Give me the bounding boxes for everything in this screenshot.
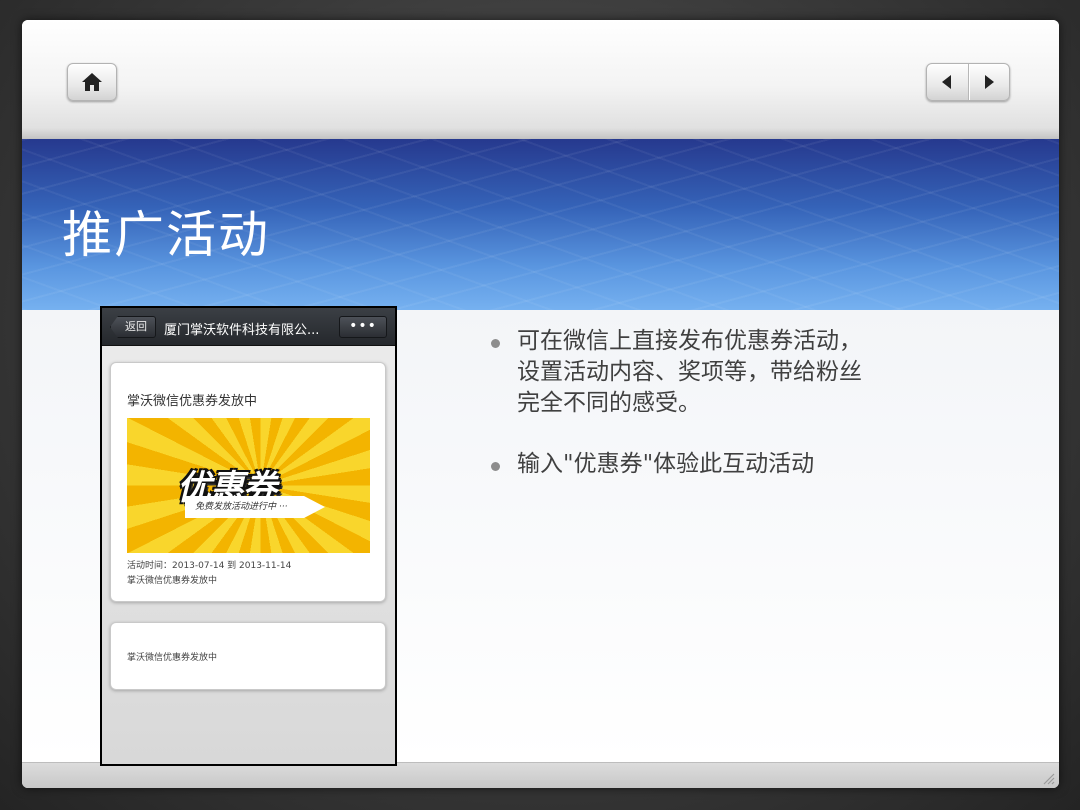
bullet-dot-icon [491,462,500,471]
coupon-image: 优惠券 免费发放活动进行中 ··· [127,418,370,553]
bullet-line: 可在微信上直接发布优惠券活动， [517,328,862,354]
coupon-tagline: 免费发放活动进行中 ··· [185,496,325,518]
bullet-line: 设置活动内容、奖项等，带给粉丝 [517,359,862,385]
home-button[interactable] [67,63,117,101]
bullet-dot-icon [491,339,500,348]
triangle-right-icon [984,75,994,89]
bullet-list: 可在微信上直接发布优惠券活动， 设置活动内容、奖项等，带给粉丝 完全不同的感受。… [489,326,939,510]
message-text: 掌沃微信优惠券发放中 [127,653,218,663]
bullet-line: 输入"优惠券"体验此互动活动 [517,451,815,477]
card-title: 掌沃微信优惠券发放中 [127,394,258,409]
activity-time: 活动时间：2013-07-14 到 2013-11-14 [127,561,292,571]
slide: 推广活动 返回 厦门掌沃软件科技有限公... ••• 掌沃微信优惠券发放中 优惠… [22,20,1059,788]
wechat-header: 返回 厦门掌沃软件科技有限公... ••• [102,308,395,346]
bullet-item: 输入"优惠券"体验此互动活动 [489,449,939,480]
back-button[interactable]: 返回 [110,316,156,338]
top-toolbar [22,20,1059,139]
title-banner: 推广活动 [22,139,1059,310]
bullet-item: 可在微信上直接发布优惠券活动， 设置活动内容、奖项等，带给粉丝 完全不同的感受。 [489,326,939,419]
next-slide-button[interactable] [968,64,1009,100]
home-icon [82,73,102,91]
slide-nav-buttons [926,63,1010,101]
slide-title: 推广活动 [62,206,270,264]
message-card[interactable]: 掌沃微信优惠券发放中 [110,622,386,690]
phone-screen: 返回 厦门掌沃软件科技有限公... ••• 掌沃微信优惠券发放中 优惠券 免费发… [102,308,395,764]
resize-grip-icon[interactable] [1039,769,1055,785]
phone-screenshot: 返回 厦门掌沃软件科技有限公... ••• 掌沃微信优惠券发放中 优惠券 免费发… [100,306,397,766]
account-title: 厦门掌沃软件科技有限公... [164,323,320,338]
coupon-card[interactable]: 掌沃微信优惠券发放中 优惠券 免费发放活动进行中 ··· 活动时间：2013-0… [110,362,386,602]
previous-slide-button[interactable] [927,64,968,100]
triangle-left-icon [942,75,952,89]
more-button[interactable]: ••• [339,316,387,338]
activity-description: 掌沃微信优惠券发放中 [127,576,218,586]
bullet-line: 完全不同的感受。 [517,390,701,416]
